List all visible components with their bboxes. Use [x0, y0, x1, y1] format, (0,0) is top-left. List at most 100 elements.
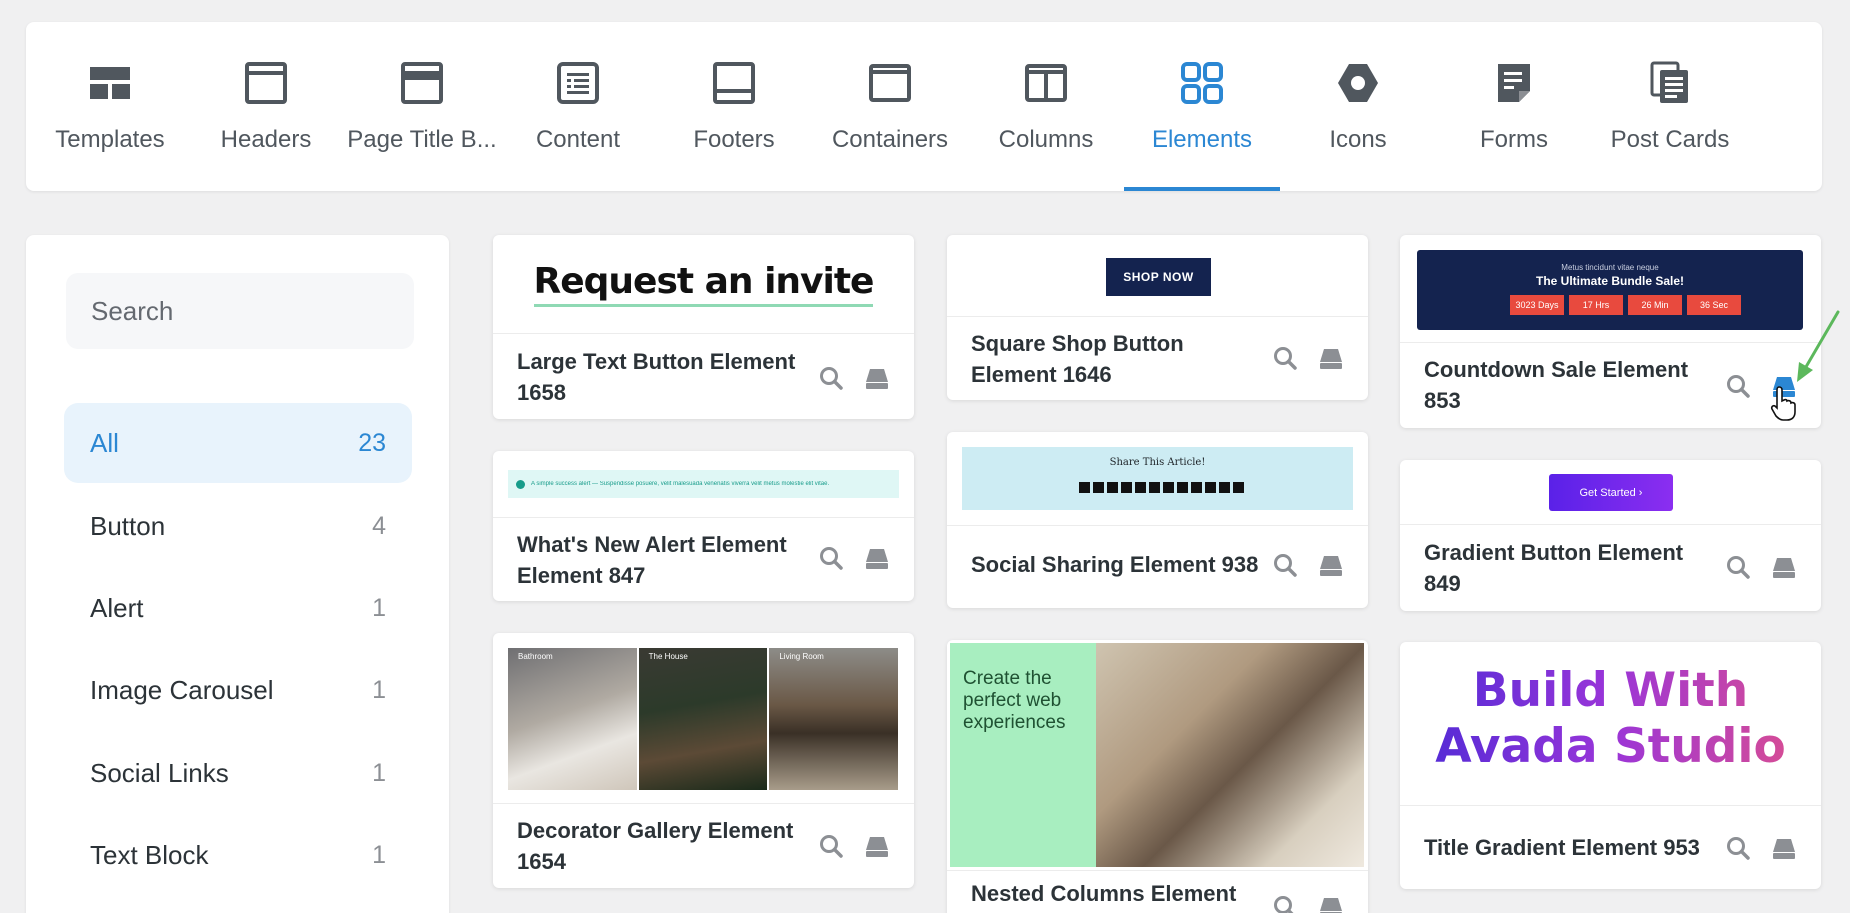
hand-cursor-icon — [1770, 386, 1796, 421]
preview-search-icon[interactable] — [1272, 345, 1298, 371]
preview-search-icon[interactable] — [818, 365, 844, 391]
preview-search-icon[interactable] — [1725, 835, 1751, 861]
tab-label: Templates — [55, 126, 165, 153]
icons-icon — [1333, 58, 1383, 108]
card-preview: Metus tincidunt vitae neque The Ultimate… — [1400, 235, 1821, 342]
card-preview: Build With Avada Studio — [1400, 642, 1821, 805]
import-icon[interactable] — [1318, 345, 1344, 371]
preview-search-icon[interactable] — [1725, 554, 1751, 580]
category-social-links[interactable]: Social Links 1 — [64, 733, 412, 813]
element-card-large-text-button[interactable]: Request an invite Large Text Button Elem… — [493, 235, 914, 419]
tab-icons[interactable]: Icons — [1280, 22, 1436, 191]
card-title: Large Text Button Element 1658 — [517, 349, 796, 405]
category-label: Social Links — [90, 757, 229, 788]
category-count: 1 — [372, 840, 386, 869]
preview-text: Build With Avada Studio — [1400, 663, 1821, 775]
preview-line: Build With — [1472, 663, 1749, 718]
element-card-decorator-gallery[interactable]: Bathroom The House Living Room Decorator… — [493, 633, 914, 888]
countdown-box: 17 Hrs — [1569, 295, 1623, 315]
preview-search-icon[interactable] — [818, 833, 844, 859]
card-preview: Share This Article! — [947, 432, 1368, 525]
category-sidebar: All 23 Button 4 Alert 1 Image Carousel 1… — [26, 235, 449, 913]
card-preview: SHOP NOW — [947, 235, 1368, 316]
templates-icon — [85, 58, 135, 108]
card-preview: Create the perfect web experiences — [947, 640, 1368, 870]
preview-search-icon[interactable] — [1725, 373, 1751, 399]
footers-icon — [709, 58, 759, 108]
gallery-label: Bathroom — [518, 652, 553, 661]
card-title: Countdown Sale Element 853 — [1424, 357, 1689, 413]
columns-icon — [1021, 58, 1071, 108]
category-count: 4 — [372, 511, 386, 540]
preview-text: Request an invite — [533, 261, 874, 307]
headers-icon — [241, 58, 291, 108]
social-icons — [1079, 482, 1244, 493]
tab-label: Footers — [693, 126, 775, 153]
element-card-square-shop-button[interactable]: SHOP NOW Square Shop Button Element 1646 — [947, 235, 1368, 400]
preview-search-icon[interactable] — [1272, 552, 1298, 578]
tab-label: Elements — [1151, 126, 1253, 153]
import-icon[interactable] — [1318, 894, 1344, 913]
category-button[interactable]: Button 4 — [64, 486, 412, 566]
post-cards-icon — [1645, 58, 1695, 108]
category-alert[interactable]: Alert 1 — [64, 568, 412, 648]
card-preview: Get Started › — [1400, 460, 1821, 524]
tab-footers[interactable]: Footers — [656, 22, 812, 191]
category-image-carousel[interactable]: Image Carousel 1 — [64, 650, 412, 730]
tab-label: Icons — [1329, 126, 1387, 153]
card-preview: Bathroom The House Living Room — [493, 633, 914, 803]
preview-text: Share This Article! — [1109, 457, 1206, 468]
preview-search-icon[interactable] — [818, 545, 844, 571]
preview-text: Get Started › — [1549, 474, 1673, 511]
tab-content[interactable]: Content — [500, 22, 656, 191]
card-preview: Request an invite — [493, 235, 914, 333]
import-icon[interactable] — [864, 365, 890, 391]
search-input[interactable] — [66, 273, 414, 349]
category-text-block[interactable]: Text Block 1 — [64, 815, 412, 895]
tab-label: Forms — [1480, 126, 1548, 153]
category-label: Text Block — [90, 839, 209, 870]
tab-forms[interactable]: Forms — [1436, 22, 1592, 191]
card-preview: A simple success alert — Suspendisse pos… — [493, 451, 914, 517]
card-title: What's New Alert Element Element 847 — [517, 532, 787, 588]
preview-search-icon[interactable] — [1272, 894, 1298, 913]
element-card-nested-columns[interactable]: Create the perfect web experiences Neste… — [947, 640, 1368, 913]
element-card-social-sharing[interactable]: Share This Article! Social Sharing Eleme… — [947, 432, 1368, 608]
tab-page-title-bar[interactable]: Page Title B... — [344, 22, 500, 191]
tab-post-cards[interactable]: Post Cards — [1592, 22, 1748, 191]
countdown-box: 36 Sec — [1687, 295, 1741, 315]
import-icon[interactable] — [1771, 554, 1797, 580]
tab-label: Headers — [220, 126, 312, 153]
annotation-arrow-icon — [1797, 310, 1840, 382]
category-tab-bar: Templates Headers Page Title B... Conten… — [26, 22, 1822, 191]
import-icon[interactable] — [1318, 552, 1344, 578]
tab-columns[interactable]: Columns — [968, 22, 1124, 191]
card-title: Social Sharing Element 938 — [971, 552, 1259, 577]
element-card-countdown-sale[interactable]: Metus tincidunt vitae neque The Ultimate… — [1400, 235, 1821, 428]
page-title-bar-icon — [397, 58, 447, 108]
preview-photo — [1096, 643, 1364, 867]
category-label: Image Carousel — [90, 674, 274, 705]
preview-small-text: Metus tincidunt vitae neque — [1561, 263, 1659, 272]
import-icon[interactable] — [1771, 835, 1797, 861]
import-icon[interactable] — [864, 545, 890, 571]
card-title: Gradient Button Element 849 — [1424, 540, 1684, 596]
gallery-label: The House — [648, 652, 688, 661]
import-icon[interactable] — [864, 833, 890, 859]
element-card-whats-new-alert[interactable]: A simple success alert — Suspendisse pos… — [493, 451, 914, 601]
tab-templates[interactable]: Templates — [32, 22, 188, 191]
tab-headers[interactable]: Headers — [188, 22, 344, 191]
countdown-box: 3023 Days — [1510, 295, 1564, 315]
element-card-title-gradient[interactable]: Build With Avada Studio Title Gradient E… — [1400, 642, 1821, 889]
tab-elements[interactable]: Elements — [1124, 22, 1280, 191]
preview-text: Create the perfect web experiences — [963, 668, 1066, 733]
category-count: 23 — [358, 428, 386, 457]
tab-label: Containers — [831, 126, 949, 153]
category-count: 1 — [372, 675, 386, 704]
card-title: Decorator Gallery Element 1654 — [517, 818, 794, 874]
element-card-gradient-button[interactable]: Get Started › Gradient Button Element 84… — [1400, 460, 1821, 611]
tab-containers[interactable]: Containers — [812, 22, 968, 191]
category-all[interactable]: All 23 — [64, 403, 412, 483]
containers-icon — [865, 58, 915, 108]
forms-icon — [1489, 58, 1539, 108]
